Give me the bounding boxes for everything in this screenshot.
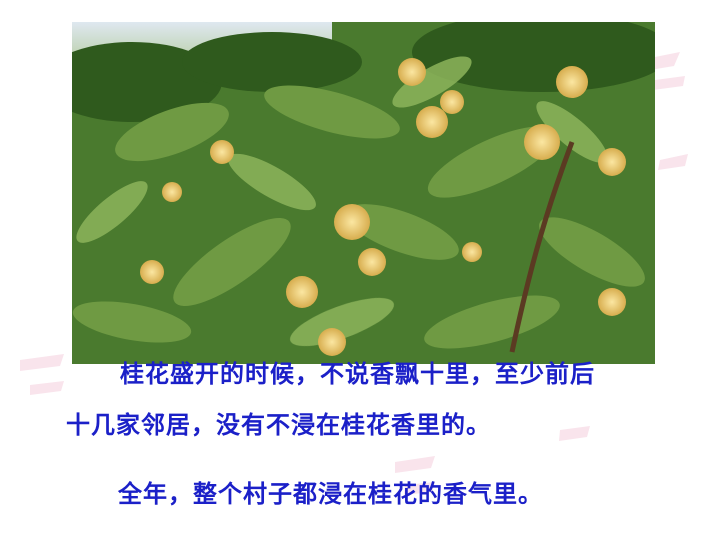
paragraph-line-2: 十几家邻居，没有不浸在桂花香里的。 — [66, 411, 491, 439]
osmanthus-tree-photo — [72, 22, 655, 364]
summary-sentence: 全年，整个村子都浸在桂花的香气里。 — [118, 480, 543, 508]
paragraph-line-1: 桂花盛开的时候，不说香飘十里，至少前后 — [120, 360, 595, 388]
osmanthus-illustration — [72, 22, 655, 364]
